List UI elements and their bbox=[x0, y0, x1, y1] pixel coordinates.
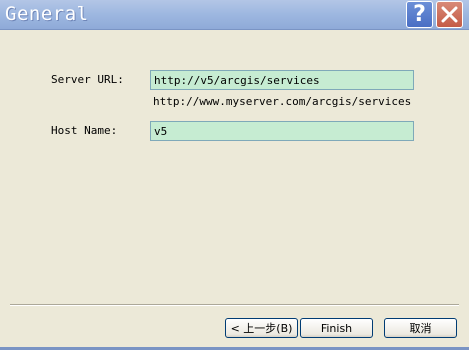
server-url-label: Server URL: bbox=[51, 73, 124, 86]
separator-highlight bbox=[10, 305, 459, 306]
title-bar[interactable]: General ? bbox=[0, 0, 469, 30]
host-name-label: Host Name: bbox=[51, 124, 118, 137]
help-button[interactable]: ? bbox=[406, 1, 433, 28]
back-button[interactable]: < 上一步(B) bbox=[225, 318, 298, 338]
server-url-input[interactable] bbox=[150, 70, 414, 90]
host-name-input[interactable] bbox=[150, 121, 414, 141]
window-title: General bbox=[5, 3, 89, 25]
server-url-hint: http://www.myserver.com/arcgis/services bbox=[153, 95, 412, 108]
question-mark-icon: ? bbox=[413, 1, 426, 27]
close-button[interactable] bbox=[436, 1, 463, 28]
close-icon bbox=[441, 6, 458, 23]
cancel-button[interactable]: 取消 bbox=[384, 318, 457, 338]
finish-button[interactable]: Finish bbox=[300, 318, 373, 338]
